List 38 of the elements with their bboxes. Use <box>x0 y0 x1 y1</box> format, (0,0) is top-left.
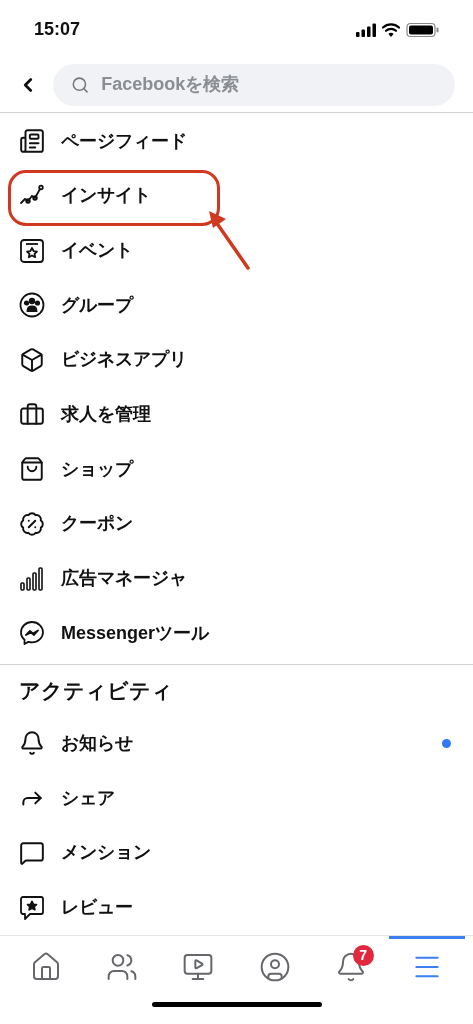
percent-badge-icon <box>19 510 45 537</box>
menu-item[interactable]: メンション <box>0 825 473 881</box>
section-heading: アクティビティ <box>19 677 173 704</box>
signal-icon <box>356 21 376 38</box>
battery-icon <box>406 21 439 38</box>
newspaper-icon <box>19 128 45 155</box>
profile-icon <box>258 950 291 983</box>
menu-item[interactable]: インサイト <box>0 168 151 224</box>
menu-item[interactable]: Messengerツール <box>0 606 210 661</box>
messenger-icon <box>19 620 45 647</box>
menu-item[interactable]: ページフィード <box>0 113 187 169</box>
menu-item[interactable]: ビジネスアプリ <box>0 332 187 388</box>
search-bar[interactable]: Facebookを検索 <box>53 63 455 106</box>
wifi-icon <box>382 21 400 38</box>
search-icon <box>71 74 90 95</box>
cube-icon <box>19 346 45 373</box>
notification-badge: 7 <box>352 944 374 966</box>
menu-item[interactable]: シェア <box>0 770 473 826</box>
star-bubble-icon <box>19 894 45 921</box>
speech-bubble-icon <box>19 839 45 866</box>
tab-button[interactable]: 7 <box>312 935 389 995</box>
menu-item[interactable]: レビュー <box>0 880 473 935</box>
menu-item[interactable]: 求人を管理 <box>0 387 151 442</box>
menu-item[interactable]: 広告マネージャ <box>0 551 187 606</box>
group-icon <box>19 292 45 319</box>
menu-item[interactable]: お知らせ <box>0 716 473 771</box>
bell-icon <box>19 730 45 757</box>
pointer-arrow <box>206 208 252 271</box>
shopping-bag-icon <box>19 456 45 483</box>
status-time: 15:07 <box>34 18 81 42</box>
briefcase-icon <box>19 401 45 428</box>
menu-item[interactable]: クーポン <box>0 496 133 552</box>
star-calendar-icon <box>19 237 45 264</box>
search-field[interactable]: Facebookを検索 <box>101 71 437 99</box>
menu-item[interactable]: グループ <box>0 277 133 333</box>
menu-item[interactable]: ショップ <box>0 441 133 497</box>
bar-chart-icon <box>19 565 45 592</box>
menu-item[interactable]: イベント <box>0 223 133 278</box>
